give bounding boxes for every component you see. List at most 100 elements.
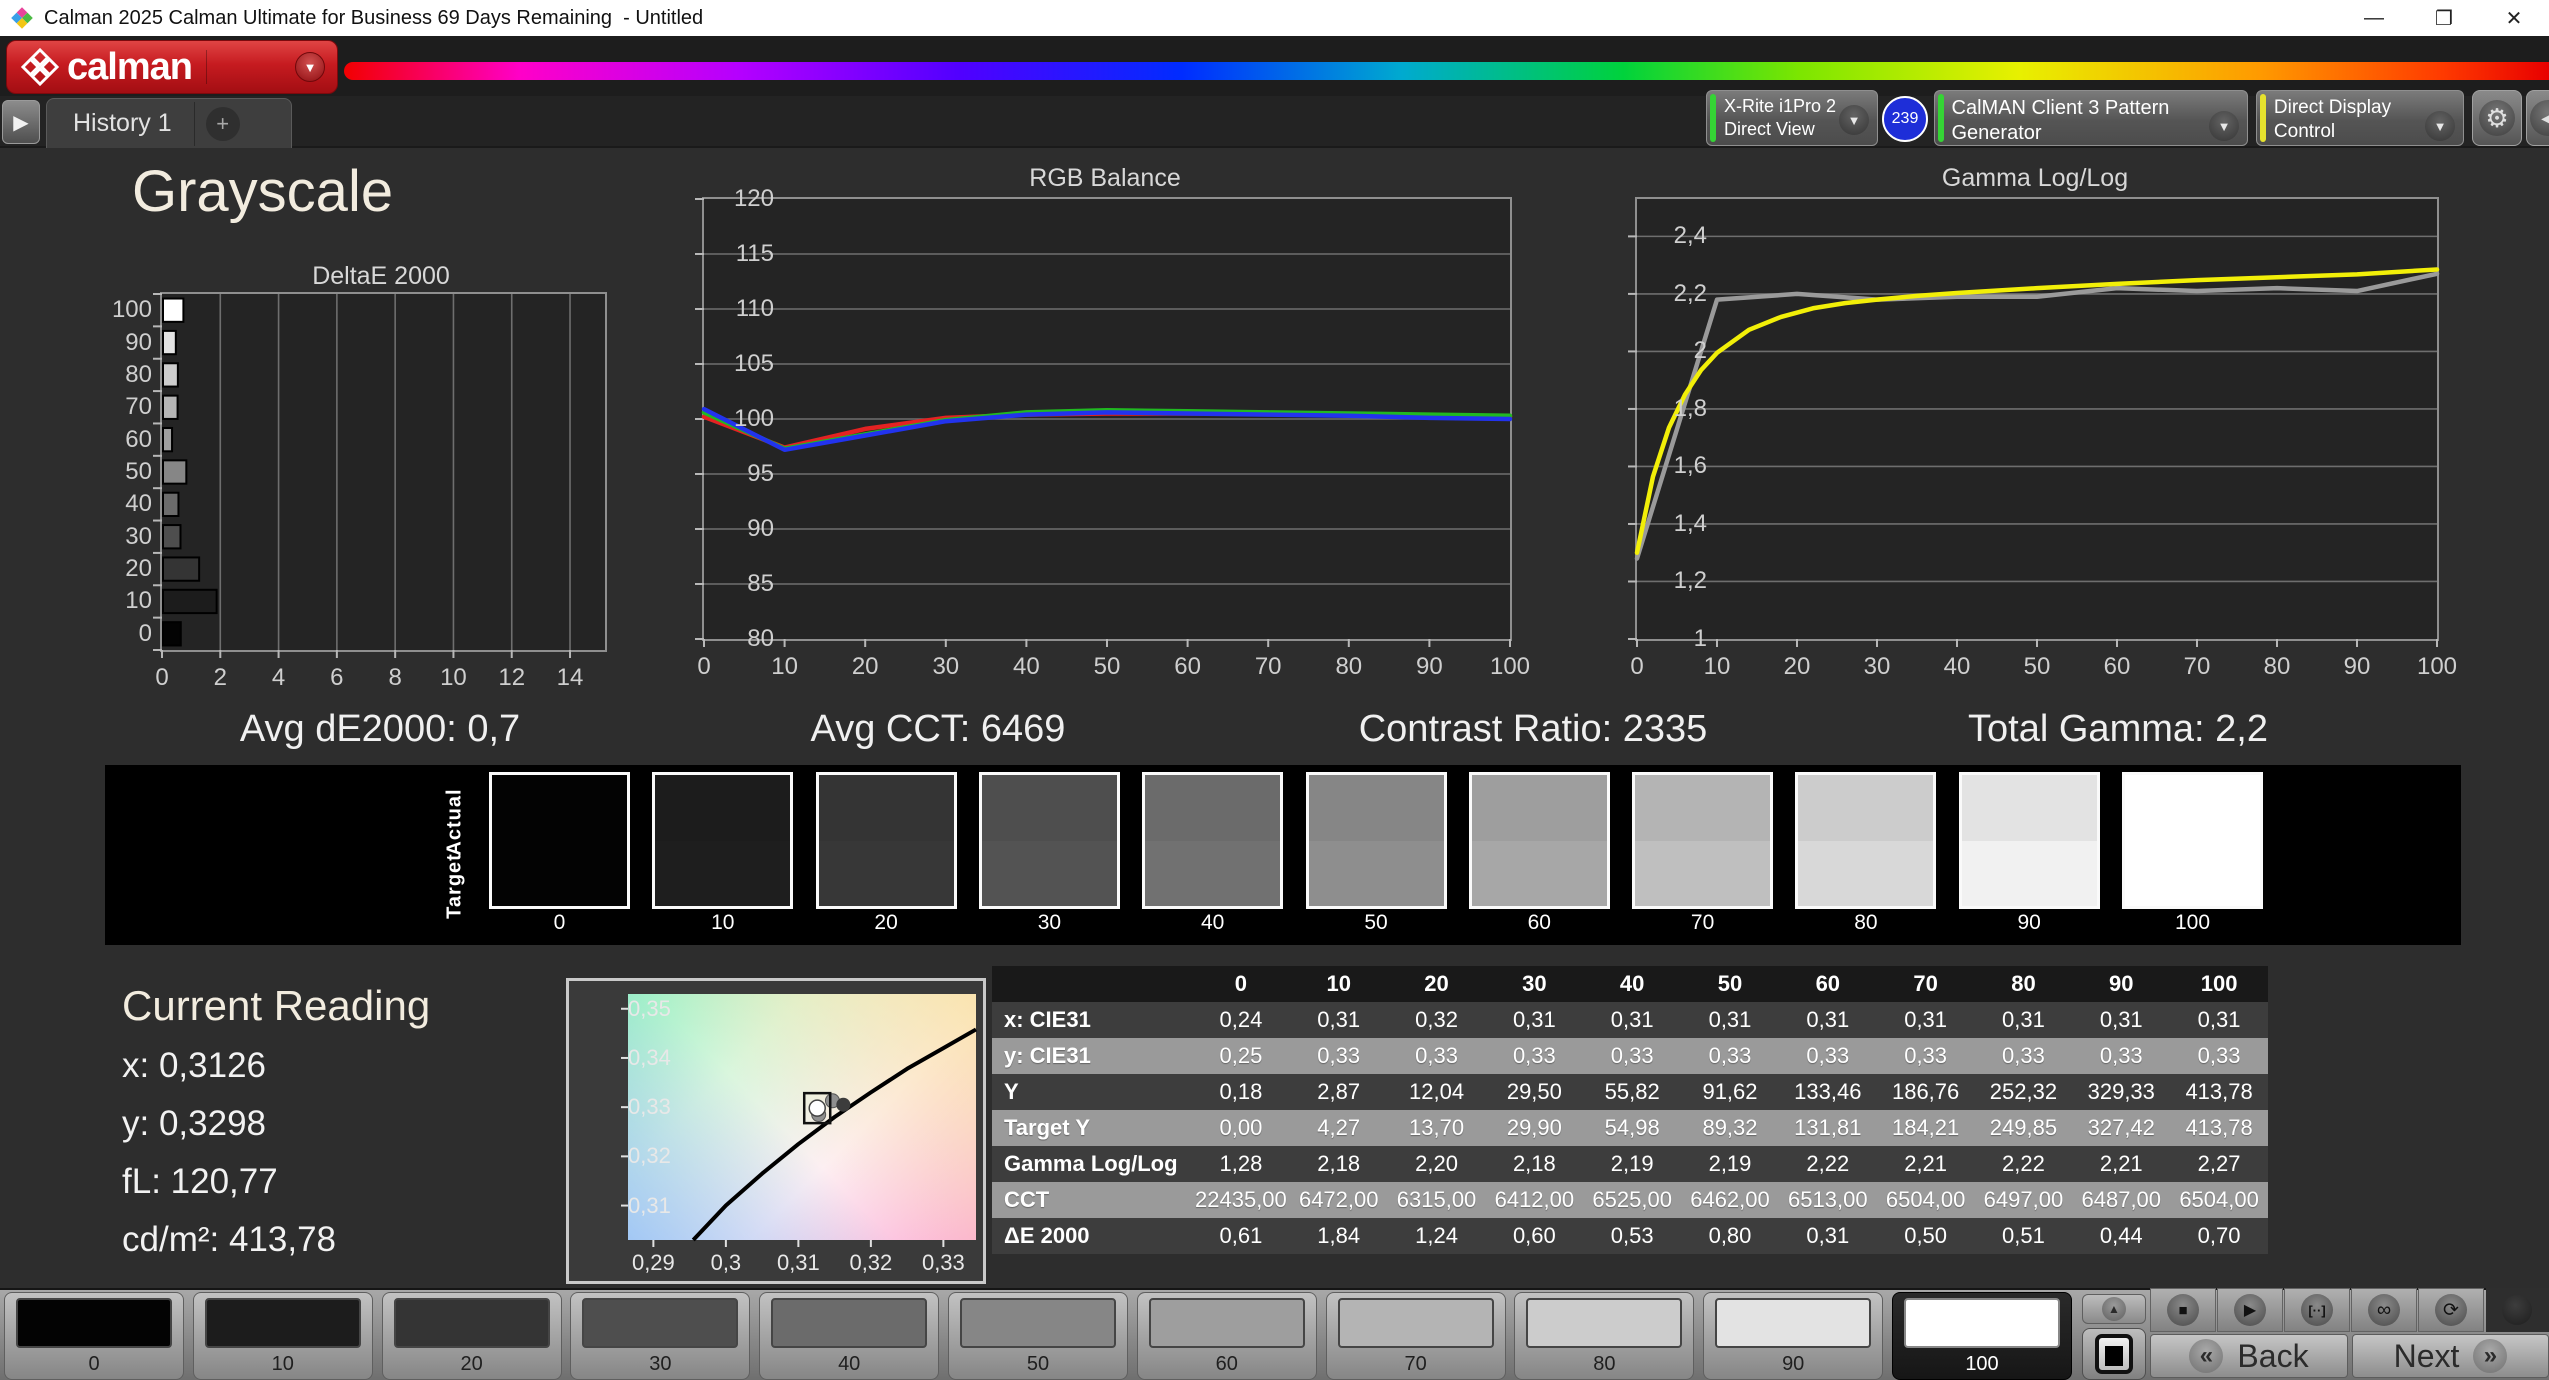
tick-label: 90 (125, 328, 152, 356)
settings-button[interactable]: ⚙ (2472, 90, 2522, 146)
column-header: 60 (1778, 966, 1877, 1002)
table-value: 0,61 (1192, 1218, 1290, 1254)
chevrons-left-icon: « (2189, 1339, 2224, 1373)
table-value: 0,33 (1583, 1038, 1682, 1074)
tick-label: 60 (2103, 653, 2131, 680)
pattern-level-button-100[interactable]: 100 (1892, 1292, 2072, 1380)
table-value: 0,00 (1192, 1110, 1290, 1146)
tab-history-1[interactable]: History 1 (73, 109, 172, 138)
play-button[interactable]: ▶ (2217, 1288, 2283, 1332)
actual-patch (1145, 775, 1281, 841)
pattern-window-button[interactable] (2082, 1328, 2146, 1380)
calman-app-icon (11, 7, 33, 29)
current-reading-y: y: 0,3298 (122, 1104, 266, 1143)
grayscale-patch-80 (1795, 772, 1937, 909)
row-label: y: CIE31 (992, 1038, 1192, 1074)
table-value: 0,31 (1681, 1002, 1779, 1038)
meter-name: X-Rite i1Pro 2 (1724, 96, 1837, 116)
close-button[interactable]: ✕ (2479, 0, 2549, 36)
grayscale-patch-90 (1958, 772, 2100, 909)
tick-label: 8 (388, 664, 402, 691)
pattern-level-button-40[interactable]: 40 (759, 1292, 940, 1380)
patch-level-label: 50 (1364, 911, 1388, 934)
tick-label: 85 (747, 570, 774, 597)
table-value: 2,21 (2072, 1146, 2171, 1182)
row-label: x: CIE31 (992, 1002, 1192, 1038)
grayscale-patch-20 (815, 772, 957, 909)
actual-patch (492, 775, 627, 841)
gamma-chart: 1 1,2 1,4 1,6 1,8 2 2,2 2,4 0 10 20 30 40 50 60 70 80 90 1… (1628, 197, 2457, 680)
pattern-level-button-30[interactable]: 30 (570, 1292, 751, 1380)
pattern-level-patch (582, 1298, 739, 1348)
pattern-level-label: 90 (1782, 1353, 1805, 1375)
table-value: 6412,00 (1485, 1182, 1584, 1218)
step-pattern-button[interactable]: [··] (2284, 1288, 2350, 1332)
pattern-level-button-60[interactable]: 60 (1136, 1292, 1317, 1380)
table-value: 12,04 (1387, 1074, 1486, 1110)
back-button[interactable]: « Back (2150, 1334, 2348, 1378)
table-value: 6504,00 (2170, 1182, 2268, 1218)
pattern-generator-dropdown[interactable]: CalMAN Client 3 Pattern Generator ▼ (1934, 90, 2248, 146)
tick-label: 2,2 (1673, 279, 1707, 307)
chevrons-right-icon: » (2473, 1339, 2508, 1373)
pattern-level-button-90[interactable]: 90 (1703, 1292, 1884, 1380)
pattern-level-button-10[interactable]: 10 (192, 1292, 373, 1380)
tick-label: 0,32 (849, 1250, 893, 1275)
table-value: 252,32 (1974, 1074, 2073, 1110)
tick-label: 6 (330, 664, 344, 691)
table-value: 0,70 (2170, 1218, 2268, 1254)
window-title: Calman 2025 Calman Ultimate for Business… (44, 6, 704, 29)
back-button-label: Back (2237, 1337, 2309, 1374)
table-value: 6487,00 (2072, 1182, 2171, 1218)
table-value: 55,82 (1583, 1074, 1682, 1110)
pattern-level-label: 100 (1965, 1353, 1999, 1375)
table-value: 6525,00 (1583, 1182, 1682, 1218)
current-reading-x: x: 0,3126 (122, 1046, 266, 1085)
pattern-level-button-70[interactable]: 70 (1325, 1292, 1506, 1380)
next-button[interactable]: Next » (2352, 1334, 2549, 1378)
stat-total-gamma: Total Gamma: 2,2 (1968, 708, 2268, 750)
tick-label: 10 (771, 653, 798, 680)
table-value: 0,53 (1583, 1218, 1682, 1254)
meter-select-dropdown[interactable]: X-Rite i1Pro 2 Direct View ▼ (1706, 90, 1878, 146)
target-patch (1798, 840, 1934, 906)
restore-button[interactable]: ❐ (2409, 0, 2479, 36)
table-value: 2,18 (1289, 1146, 1388, 1182)
tick-label: 100 (733, 405, 774, 432)
pattern-level-button-20[interactable]: 20 (381, 1292, 562, 1380)
display-control-dropdown[interactable]: Direct Display Control ▼ (2256, 90, 2464, 146)
table-value: 6504,00 (1876, 1182, 1975, 1218)
target-patch (1635, 840, 1771, 906)
meter-reading-badge[interactable]: 239 (1882, 96, 1928, 142)
stop-button[interactable]: ■ (2150, 1288, 2216, 1332)
tick-label: 40 (1013, 653, 1040, 680)
add-tab-button[interactable]: + (195, 100, 251, 148)
refresh-button[interactable]: ⟳ (2418, 1288, 2484, 1332)
pattern-level-button-50[interactable]: 50 (948, 1292, 1128, 1380)
table-value: 186,76 (1876, 1074, 1975, 1110)
tick-label: 0,3 (710, 1250, 742, 1275)
pattern-generator-label: CalMAN Client 3 Pattern Generator (1951, 97, 2170, 144)
pattern-level-button-0[interactable]: 0 (4, 1292, 184, 1380)
actual-label: Actual (443, 788, 466, 856)
chevron-down-icon: ▼ (1839, 105, 1869, 135)
panel-collapse-button[interactable]: ◀ (2526, 90, 2549, 146)
deltae-chart: 0 2 4 6 8 10 12 14 0 10 20 30 40 50 60 70 80 90 100 (112, 292, 607, 691)
table-value: 0,33 (1876, 1038, 1975, 1074)
loop-button[interactable]: ∞ (2351, 1288, 2417, 1332)
target-patch (492, 840, 627, 906)
stat-avg-de2000: Avg dE2000: 0,7 (239, 708, 521, 750)
table-value: 0,33 (1974, 1038, 2073, 1074)
minimize-button[interactable]: — (2339, 0, 2409, 36)
tick-label: 10 (1703, 653, 1731, 680)
column-header: 20 (1387, 966, 1486, 1002)
grayscale-patch-50 (1305, 772, 1447, 909)
patch-level-label: 0 (553, 911, 566, 934)
pattern-level-button-80[interactable]: 80 (1514, 1292, 1695, 1380)
pattern-level-patch (771, 1298, 928, 1348)
table-value: 6513,00 (1778, 1182, 1877, 1218)
history-panel-toggle-button[interactable]: ▶ (2, 100, 40, 144)
calman-menu-button[interactable]: calman ▼ (6, 40, 338, 94)
levels-expand-button[interactable]: ▲ (2082, 1294, 2146, 1324)
table-value: 1,28 (1192, 1146, 1290, 1182)
